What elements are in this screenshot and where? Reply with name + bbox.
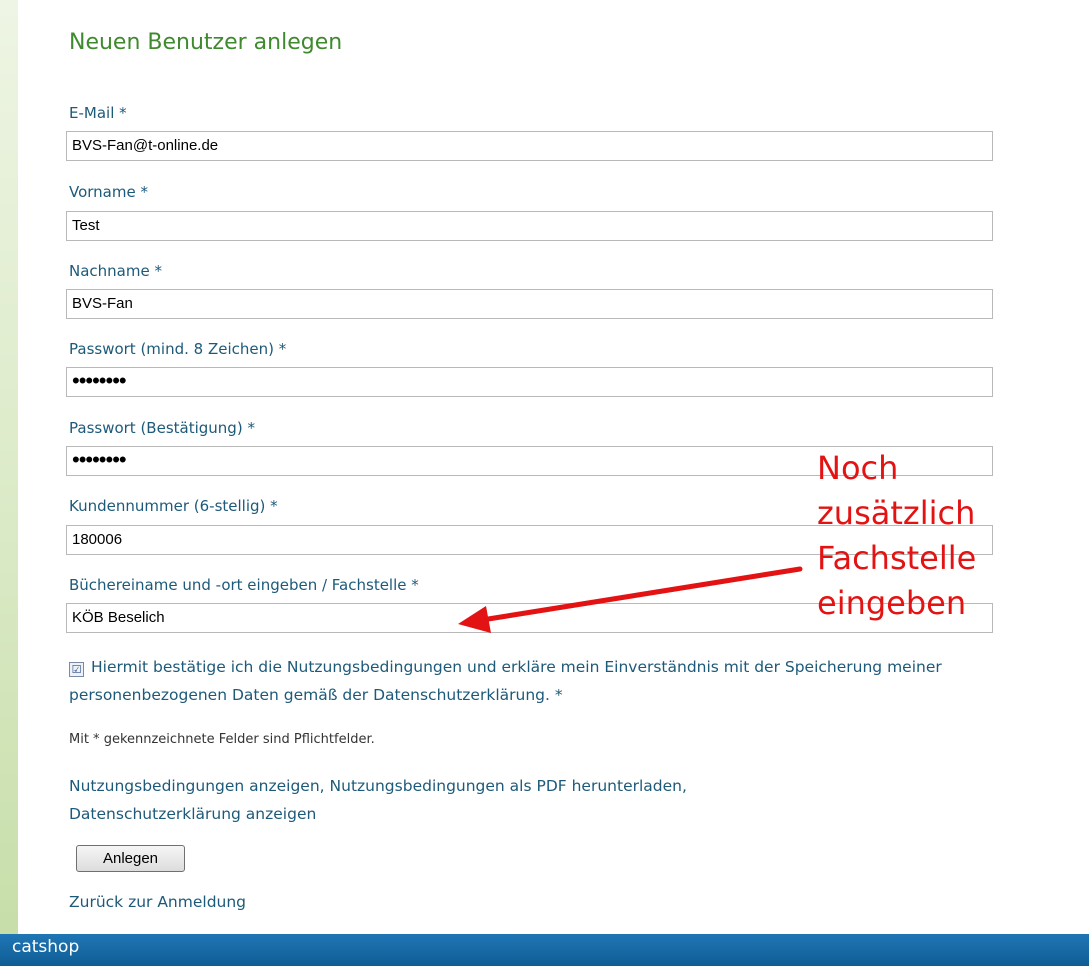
password-label: Passwort (mind. 8 Zeichen) * [69, 340, 287, 358]
page-title: Neuen Benutzer anlegen [69, 30, 343, 55]
annotation-line: Noch [817, 449, 899, 487]
password-confirm-label: Passwort (Bestätigung) * [69, 419, 255, 437]
customer-number-label: Kundennummer (6-stellig) * [69, 497, 278, 515]
link-separator: , [681, 777, 687, 795]
privacy-link[interactable]: Datenschutzerklärung anzeigen [69, 805, 316, 823]
consent-row: ☑ Hiermit bestätige ich die Nutzungsbedin… [69, 653, 1039, 709]
create-account-button[interactable]: Anlegen [76, 845, 185, 872]
consent-text: Hiermit bestätige ich die Nutzungsbeding… [69, 658, 942, 704]
firstname-input[interactable]: Test [66, 211, 993, 241]
footer-bar: catshop [0, 934, 1089, 966]
annotation-line: eingeben [817, 584, 967, 622]
lastname-label: Nachname * [69, 262, 162, 280]
annotation-line: Fachstelle [817, 539, 977, 577]
back-to-login-link[interactable]: Zurück zur Anmeldung [69, 893, 246, 911]
legal-links: Nutzungsbedingungen anzeigen, Nutzungsbe… [69, 772, 1029, 828]
annotation-line: zusätzlich [817, 494, 976, 532]
consent-checkbox[interactable]: ☑ [69, 662, 84, 677]
annotation-callout: Noch zusätzlich Fachstelle eingeben [817, 446, 976, 626]
link-separator: , [319, 777, 325, 795]
firstname-label: Vorname * [69, 183, 148, 201]
email-label: E-Mail * [69, 104, 127, 122]
password-input[interactable]: •••••••• [66, 367, 993, 397]
email-input[interactable]: BVS-Fan@t-online.de [66, 131, 993, 161]
library-name-label: Büchereiname und -ort eingeben / Fachste… [69, 576, 419, 594]
side-decoration-stripe [0, 0, 18, 934]
lastname-input[interactable]: BVS-Fan [66, 289, 993, 319]
footer-brand: catshop [12, 937, 80, 957]
required-fields-hint: Mit * gekennzeichnete Felder sind Pflich… [69, 732, 375, 747]
terms-pdf-link[interactable]: Nutzungsbedingungen als PDF herunterlade… [330, 777, 682, 795]
terms-link[interactable]: Nutzungsbedingungen anzeigen [69, 777, 320, 795]
